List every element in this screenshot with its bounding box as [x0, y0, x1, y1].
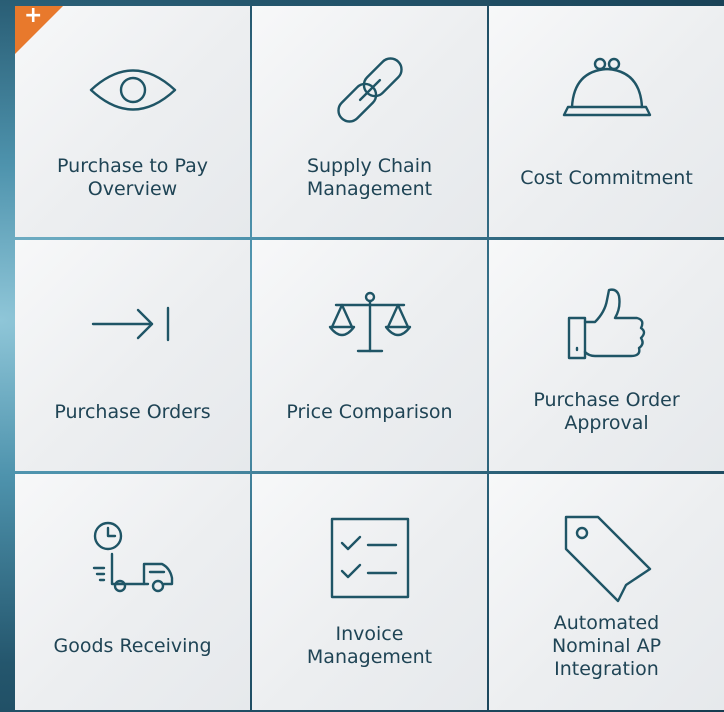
tile-automated-nominal-ap-integration[interactable]: Automated Nominal AP Integration — [489, 474, 724, 710]
add-corner-badge[interactable]: + — [15, 3, 65, 56]
tile-label: Supply Chain Management — [306, 155, 433, 200]
tile-label: Purchase Orders — [54, 400, 211, 423]
tile-label: Invoice Management — [306, 623, 433, 668]
tile-purchase-orders[interactable]: Purchase Orders — [15, 240, 250, 471]
price-tag-icon — [489, 512, 724, 604]
tile-label: Purchase Order Approval — [533, 389, 680, 434]
tile-label: Purchase to Pay Overview — [57, 155, 208, 200]
eye-icon — [15, 44, 250, 136]
thumbs-up-icon — [489, 278, 724, 370]
plus-icon: + — [24, 3, 43, 28]
tile-invoice-management[interactable]: Invoice Management — [252, 474, 487, 710]
delivery-truck-clock-icon — [15, 512, 250, 604]
checklist-icon — [252, 512, 487, 604]
tile-label: Cost Commitment — [520, 166, 693, 189]
tile-label: Automated Nominal AP Integration — [551, 611, 662, 680]
tile-purchase-order-approval[interactable]: Purchase Order Approval — [489, 240, 724, 471]
tile-cost-commitment[interactable]: Cost Commitment — [489, 6, 724, 237]
tile-goods-receiving[interactable]: Goods Receiving — [15, 474, 250, 710]
tile-supply-chain-management[interactable]: Supply Chain Management — [252, 6, 487, 237]
chain-link-icon — [252, 44, 487, 136]
tile-price-comparison[interactable]: Price Comparison — [252, 240, 487, 471]
purse-icon — [489, 44, 724, 136]
tile-label: Price Comparison — [286, 400, 453, 423]
arrow-to-bar-icon — [15, 278, 250, 370]
module-grid: Purchase to Pay Overview Supply Chain Ma… — [15, 6, 724, 712]
scales-icon — [252, 278, 487, 370]
tile-label: Goods Receiving — [53, 634, 212, 657]
